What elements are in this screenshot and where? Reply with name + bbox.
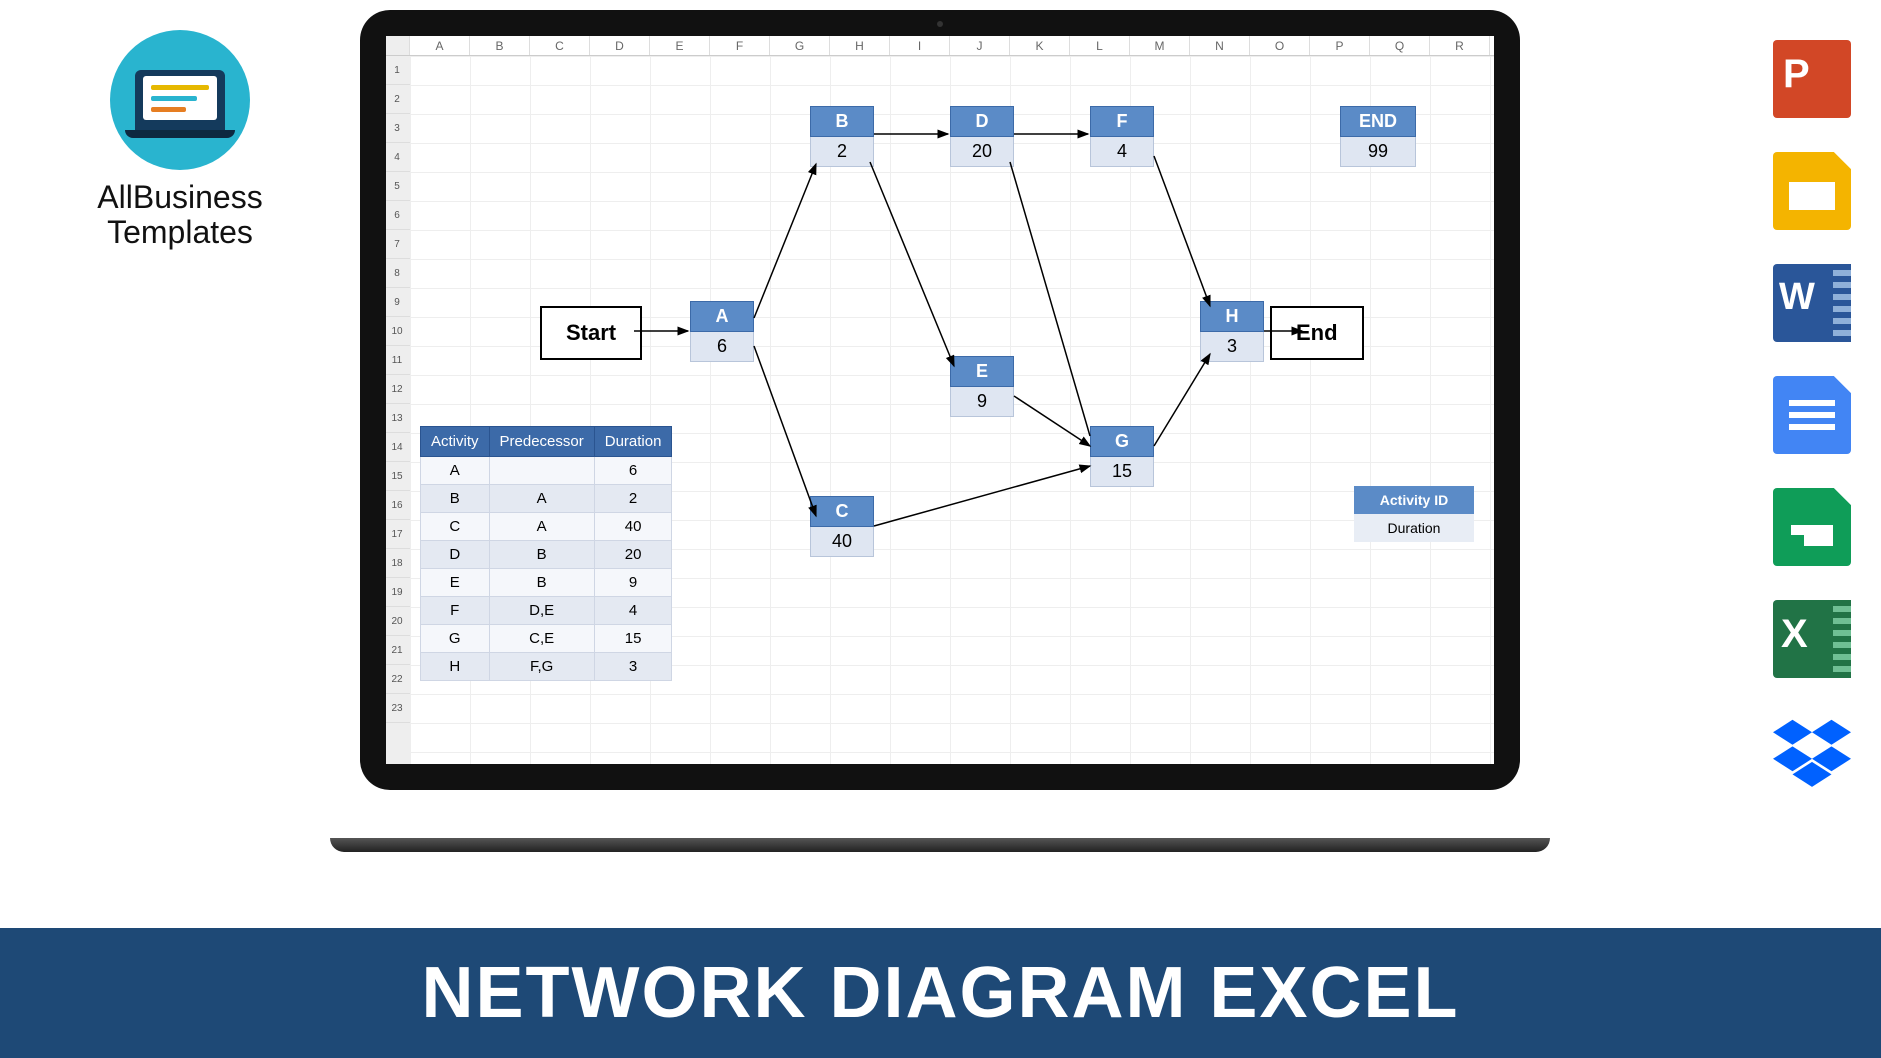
app-icons-column (1773, 40, 1851, 790)
laptop-mockup: ABCDEFGHIJKLMNOPQR 123456789101112131415… (360, 10, 1520, 850)
node-g: G15 (1090, 426, 1154, 487)
dropbox-icon (1773, 712, 1851, 790)
table-row: BA2 (421, 485, 672, 513)
node-h: H3 (1200, 301, 1264, 362)
node-a: A6 (690, 301, 754, 362)
table-row: A6 (421, 457, 672, 485)
end-box: End (1270, 306, 1364, 360)
google-docs-icon (1773, 376, 1851, 454)
legend-box: Activity ID Duration (1354, 486, 1474, 542)
excel-icon (1773, 600, 1851, 678)
spreadsheet-screen: ABCDEFGHIJKLMNOPQR 123456789101112131415… (386, 36, 1494, 764)
word-icon (1773, 264, 1851, 342)
node-c: C40 (810, 496, 874, 557)
column-headers: ABCDEFGHIJKLMNOPQR (386, 36, 1494, 56)
table-row: DB20 (421, 541, 672, 569)
brand-logo: AllBusinessTemplates (60, 30, 300, 250)
table-row: GC,E15 (421, 625, 672, 653)
google-slides-icon (1773, 152, 1851, 230)
row-headers: 1234567891011121314151617181920212223 (386, 56, 410, 764)
table-row: EB9 (421, 569, 672, 597)
table-row: CA40 (421, 513, 672, 541)
node-e: E9 (950, 356, 1014, 417)
brand-text: AllBusinessTemplates (60, 180, 300, 250)
activity-table: Activity Predecessor Duration A6BA2CA40D… (420, 426, 672, 681)
node-b: B2 (810, 106, 874, 167)
node-d: D20 (950, 106, 1014, 167)
powerpoint-icon (1773, 40, 1851, 118)
table-row: FD,E4 (421, 597, 672, 625)
start-box: Start (540, 306, 642, 360)
node-f: F4 (1090, 106, 1154, 167)
brand-circle (110, 30, 250, 170)
node-end-summary: END99 (1340, 106, 1416, 167)
banner-title: NETWORK DIAGRAM EXCEL (0, 928, 1881, 1058)
google-sheets-icon (1773, 488, 1851, 566)
table-row: HF,G3 (421, 653, 672, 681)
